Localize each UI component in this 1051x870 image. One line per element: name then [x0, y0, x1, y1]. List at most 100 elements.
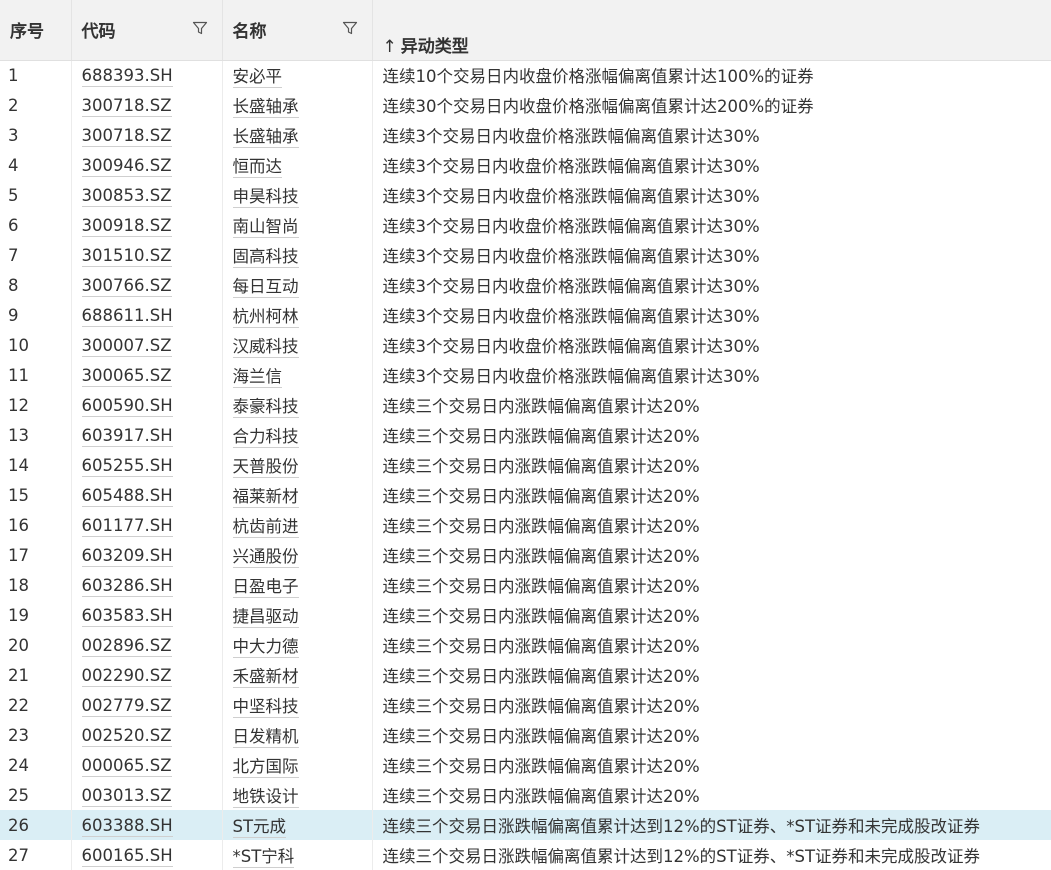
stock-code-link[interactable]: 002896.SZ [81, 635, 172, 657]
row-type-cell: 连续10个交易日内收盘价格涨幅偏离值累计达100%的证券 [382, 67, 814, 87]
row-code-cell: 605255.SH [71, 450, 223, 480]
stock-code-link[interactable]: 603583.SH [81, 605, 173, 627]
stock-name-link[interactable]: 每日互动 [232, 277, 299, 298]
stock-code-link[interactable]: 605488.SH [81, 485, 173, 507]
row-index-cell: 14 [0, 450, 72, 480]
sort-ascending-icon[interactable]: ↑ [383, 37, 397, 57]
stock-name-link[interactable]: 恒而达 [232, 157, 282, 178]
stock-code-link[interactable]: 688393.SH [81, 65, 173, 87]
stock-name-link[interactable]: 安必平 [232, 67, 282, 89]
row-index-cell: 2 [0, 90, 72, 120]
table-row[interactable]: 15 605488.SH 福莱新材 连续三个交易日内涨跌幅偏离值累计达20% [0, 480, 1051, 510]
stock-name-link[interactable]: 中大力德 [232, 637, 299, 658]
stock-name-link[interactable]: 南山智尚 [232, 217, 299, 238]
stock-name-link[interactable]: 申昊科技 [232, 187, 299, 208]
stock-code-link[interactable]: 300766.SZ [81, 275, 172, 297]
row-name-cell: 长盛轴承 [222, 90, 373, 120]
stock-code-link[interactable]: 300853.SZ [81, 185, 172, 207]
stock-name-link[interactable]: 北方国际 [232, 757, 299, 778]
stock-code-link[interactable]: 605255.SH [81, 455, 173, 477]
table-row[interactable]: 17 603209.SH 兴通股份 连续三个交易日内涨跌幅偏离值累计达20% [0, 540, 1051, 570]
row-code-cell: 300718.SZ [71, 120, 223, 150]
table-row[interactable]: 12 600590.SH 泰豪科技 连续三个交易日内涨跌幅偏离值累计达20% [0, 390, 1051, 420]
table-row[interactable]: 20 002896.SZ 中大力德 连续三个交易日内涨跌幅偏离值累计达20% [0, 630, 1051, 660]
stock-code-link[interactable]: 003013.SZ [81, 785, 172, 807]
filter-icon[interactable] [342, 20, 358, 36]
table-row[interactable]: 18 603286.SH 日盈电子 连续三个交易日内涨跌幅偏离值累计达20% [0, 570, 1051, 600]
table-row[interactable]: 13 603917.SH 合力科技 连续三个交易日内涨跌幅偏离值累计达20% [0, 420, 1051, 450]
stock-name-link[interactable]: 福莱新材 [232, 487, 299, 508]
table-row[interactable]: 14 605255.SH 天普股份 连续三个交易日内涨跌幅偏离值累计达20% [0, 450, 1051, 480]
column-header-code[interactable]: 代码 [71, 0, 223, 61]
stock-name-link[interactable]: 汉威科技 [232, 337, 299, 358]
column-header-type[interactable]: ↑ 异动类型 [372, 0, 1051, 61]
stock-code-link[interactable]: 300718.SZ [81, 125, 172, 147]
table-row[interactable]: 4 300946.SZ 恒而达 连续3个交易日内收盘价格涨跌幅偏离值累计达30% [0, 150, 1051, 180]
row-name-cell: 申昊科技 [222, 180, 373, 210]
stock-code-link[interactable]: 603388.SH [81, 815, 173, 837]
table-row[interactable]: 7 301510.SZ 固高科技 连续3个交易日内收盘价格涨跌幅偏离值累计达30% [0, 240, 1051, 270]
stock-code-link[interactable]: 300946.SZ [81, 155, 172, 177]
stock-code-link[interactable]: 002779.SZ [81, 695, 172, 717]
table-row[interactable]: 25 003013.SZ 地铁设计 连续三个交易日内涨跌幅偏离值累计达20% [0, 780, 1051, 810]
stock-name-link[interactable]: 固高科技 [232, 247, 299, 268]
table-row[interactable]: 3 300718.SZ 长盛轴承 连续3个交易日内收盘价格涨跌幅偏离值累计达30% [0, 120, 1051, 150]
row-index-cell: 26 [0, 810, 72, 840]
stock-name-link[interactable]: 中坚科技 [232, 697, 299, 718]
stock-code-link[interactable]: 300065.SZ [81, 365, 172, 387]
stock-name-link[interactable]: 兴通股份 [232, 547, 299, 568]
stock-code-link[interactable]: 603209.SH [81, 545, 173, 567]
stock-code-link[interactable]: 603917.SH [81, 425, 173, 447]
column-header-name[interactable]: 名称 [222, 0, 373, 61]
table-row[interactable]: 24 000065.SZ 北方国际 连续三个交易日内涨跌幅偏离值累计达20% [0, 750, 1051, 780]
stock-name-link[interactable]: 天普股份 [232, 457, 299, 478]
table-row[interactable]: 6 300918.SZ 南山智尚 连续3个交易日内收盘价格涨跌幅偏离值累计达30% [0, 210, 1051, 240]
row-code-cell: 300946.SZ [71, 150, 223, 180]
table-row[interactable]: 9 688611.SH 杭州柯林 连续3个交易日内收盘价格涨跌幅偏离值累计达30% [0, 300, 1051, 330]
row-code-cell: 300007.SZ [71, 330, 223, 360]
table-row[interactable]: 5 300853.SZ 申昊科技 连续3个交易日内收盘价格涨跌幅偏离值累计达30% [0, 180, 1051, 210]
stock-code-link[interactable]: 002290.SZ [81, 665, 172, 687]
stock-name-link[interactable]: 地铁设计 [232, 787, 299, 808]
stock-name-link[interactable]: ST元成 [232, 817, 287, 838]
stock-code-link[interactable]: 000065.SZ [81, 755, 172, 777]
stock-code-link[interactable]: 300718.SZ [81, 95, 172, 117]
stock-name-link[interactable]: 长盛轴承 [232, 127, 299, 148]
stock-name-link[interactable]: 海兰信 [232, 367, 282, 388]
stock-code-link[interactable]: 300918.SZ [81, 215, 172, 237]
row-index-cell: 15 [0, 480, 72, 510]
stock-code-link[interactable]: 002520.SZ [81, 725, 172, 747]
table-row[interactable]: 23 002520.SZ 日发精机 连续三个交易日内涨跌幅偏离值累计达20% [0, 720, 1051, 750]
stock-code-link[interactable]: 601177.SH [81, 515, 173, 537]
table-body: 1 688393.SH 安必平 连续10个交易日内收盘价格涨幅偏离值累计达100%的证… [0, 60, 1051, 870]
stock-name-link[interactable]: 合力科技 [232, 427, 299, 448]
stock-name-link[interactable]: *ST宁科 [232, 847, 295, 868]
stock-code-link[interactable]: 688611.SH [81, 305, 173, 327]
table-row[interactable]: 16 601177.SH 杭齿前进 连续三个交易日内涨跌幅偏离值累计达20% [0, 510, 1051, 540]
table-row[interactable]: 2 300718.SZ 长盛轴承 连续30个交易日内收盘价格涨幅偏离值累计达200%的… [0, 90, 1051, 120]
stock-name-link[interactable]: 泰豪科技 [232, 397, 299, 418]
stock-code-link[interactable]: 603286.SH [81, 575, 173, 597]
stock-name-link[interactable]: 捷昌驱动 [232, 607, 299, 628]
table-row[interactable]: 11 300065.SZ 海兰信 连续3个交易日内收盘价格涨跌幅偏离值累计达30% [0, 360, 1051, 390]
stock-code-link[interactable]: 600165.SH [81, 845, 173, 867]
table-row[interactable]: 21 002290.SZ 禾盛新材 连续三个交易日内涨跌幅偏离值累计达20% [0, 660, 1051, 690]
stock-name-link[interactable]: 禾盛新材 [232, 667, 299, 688]
stock-name-link[interactable]: 杭州柯林 [232, 307, 299, 328]
stock-code-link[interactable]: 300007.SZ [81, 335, 172, 357]
table-row[interactable]: 22 002779.SZ 中坚科技 连续三个交易日内涨跌幅偏离值累计达20% [0, 690, 1051, 720]
stock-name-link[interactable]: 日发精机 [232, 727, 299, 748]
table-row[interactable]: 8 300766.SZ 每日互动 连续3个交易日内收盘价格涨跌幅偏离值累计达30% [0, 270, 1051, 300]
table-row[interactable]: 19 603583.SH 捷昌驱动 连续三个交易日内涨跌幅偏离值累计达20% [0, 600, 1051, 630]
stock-name-link[interactable]: 日盈电子 [232, 577, 299, 598]
table-row[interactable]: 1 688393.SH 安必平 连续10个交易日内收盘价格涨幅偏离值累计达100%的证… [0, 60, 1051, 90]
stock-name-link[interactable]: 杭齿前进 [232, 517, 299, 538]
table-row[interactable]: 10 300007.SZ 汉威科技 连续3个交易日内收盘价格涨跌幅偏离值累计达30% [0, 330, 1051, 360]
stock-code-link[interactable]: 301510.SZ [81, 245, 172, 267]
table-row[interactable]: 27 600165.SH *ST宁科 连续三个交易日涨跌幅偏离值累计达到12%的ST证… [0, 840, 1051, 870]
stock-code-link[interactable]: 600590.SH [81, 395, 173, 417]
stock-name-link[interactable]: 长盛轴承 [232, 97, 299, 118]
table-row[interactable]: 26 603388.SH ST元成 连续三个交易日涨跌幅偏离值累计达到12%的ST证券… [0, 810, 1051, 840]
column-header-index[interactable]: 序号 [0, 0, 72, 61]
filter-icon[interactable] [192, 20, 208, 36]
